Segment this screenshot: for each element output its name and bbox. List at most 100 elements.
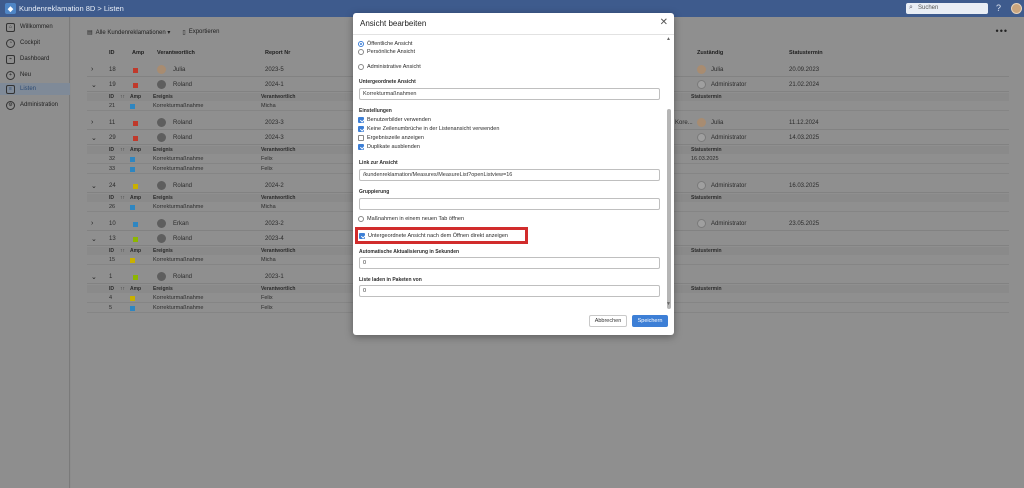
sidebar-item-willkommen[interactable]: ⌂ Willkommen <box>0 21 70 33</box>
sub-header-id[interactable]: ID <box>109 195 114 201</box>
dialog-scrollbar[interactable]: ▲ ▼ <box>666 36 671 309</box>
grouping-field[interactable] <box>359 198 660 210</box>
amp-indicator <box>133 275 138 280</box>
avatar <box>157 80 166 89</box>
sub-header-due[interactable]: Statustermin <box>691 147 722 153</box>
sub-header-due[interactable]: Statustermin <box>691 195 722 201</box>
assignee-name: Administrator <box>711 183 747 189</box>
batch-size-field[interactable]: 0 <box>359 285 660 297</box>
sub-header-responsible[interactable]: Verantwortlich <box>261 195 295 201</box>
sub-header-id[interactable]: ID <box>109 248 114 254</box>
link-field[interactable]: /kundenreklamation/Measures/MeasureList?… <box>359 169 660 181</box>
row-id: 21 <box>109 103 116 109</box>
col-header-report[interactable]: Report Nr <box>265 50 290 60</box>
list-icon: ▤ <box>87 29 93 36</box>
sub-header-responsible[interactable]: Verantwortlich <box>261 147 295 153</box>
dialog-title: Ansicht bearbeiten <box>360 19 427 28</box>
responsible-name: Micha <box>261 257 276 263</box>
scrollbar-thumb[interactable] <box>667 109 671 309</box>
sidebar-item-cockpit[interactable]: ◔ Cockpit <box>0 37 70 49</box>
radio-personal-view[interactable] <box>358 49 364 55</box>
sub-header-event[interactable]: Ereignis <box>153 248 173 254</box>
sub-header-event[interactable]: Ereignis <box>153 94 173 100</box>
checkbox-result-row[interactable] <box>358 135 364 141</box>
report-number: 2024-1 <box>265 82 284 88</box>
scroll-up-icon[interactable]: ▲ <box>666 36 671 42</box>
sub-header-responsible[interactable]: Verantwortlich <box>261 248 295 254</box>
responsible-name: Felix <box>261 156 273 162</box>
user-avatar[interactable] <box>1011 3 1022 14</box>
sub-header-id[interactable]: ID <box>109 94 114 100</box>
chevron-right-icon[interactable]: › <box>91 66 93 73</box>
breadcrumb[interactable]: Kundenreklamation 8D > Listen <box>19 4 124 13</box>
sub-header-amp[interactable]: Amp <box>130 94 141 100</box>
save-button[interactable]: Speichern <box>632 315 668 327</box>
sub-header-amp[interactable]: Amp <box>130 286 141 292</box>
sub-header-sort[interactable]: ↑↑ <box>120 195 125 201</box>
auto-refresh-field[interactable]: 0 <box>359 257 660 269</box>
col-header-assigned[interactable]: Zuständig <box>697 50 723 60</box>
sub-header-due[interactable]: Statustermin <box>691 248 722 254</box>
responsible-name: Roland <box>173 120 193 126</box>
radio-public-view[interactable] <box>358 41 364 47</box>
checkbox-no-line-breaks[interactable] <box>358 126 364 132</box>
sidebar-item-neu[interactable]: + Neu <box>0 69 70 81</box>
chevron-down-icon[interactable]: ⌄ <box>91 134 97 142</box>
chevron-down-icon[interactable]: ⌄ <box>91 235 97 243</box>
search-input[interactable]: ⌕ Suchen <box>906 3 988 14</box>
assignee-avatar <box>697 181 706 190</box>
export-button[interactable]: ▯ Exportieren <box>182 29 219 36</box>
cancel-button[interactable]: Abbrechen <box>589 315 627 327</box>
app-logo[interactable]: ◆ <box>5 3 16 14</box>
sub-header-event[interactable]: Ereignis <box>153 195 173 201</box>
sub-view-label: Untergeordnete Ansicht <box>359 79 416 85</box>
sub-header-responsible[interactable]: Verantwortlich <box>261 94 295 100</box>
sub-header-event[interactable]: Ereignis <box>153 286 173 292</box>
sub-view-field[interactable]: Korrekturmaßnahmen <box>359 88 660 100</box>
chevron-down-icon[interactable]: ⌄ <box>91 182 97 190</box>
view-selector[interactable]: ▤ Alle Kundenreklamationen ▾ <box>87 29 170 36</box>
row-id: 32 <box>109 156 116 162</box>
amp-indicator <box>133 184 138 189</box>
sidebar-item-label: Cockpit <box>20 40 41 46</box>
sub-header-responsible[interactable]: Verantwortlich <box>261 286 295 292</box>
radio-personal-label: Persönliche Ansicht <box>367 49 415 55</box>
radio-admin-view[interactable] <box>358 64 364 70</box>
report-number: 2024-2 <box>265 183 284 189</box>
scroll-down-icon[interactable]: ▼ <box>666 301 671 307</box>
sub-header-amp[interactable]: Amp <box>130 248 141 254</box>
checkbox-user-images[interactable] <box>358 117 364 123</box>
responsible-name: Felix <box>261 295 273 301</box>
sidebar-item-listen[interactable]: ≡ Listen <box>0 83 70 95</box>
checkbox-hide-duplicates[interactable] <box>358 144 364 150</box>
col-header-amp[interactable]: Amp <box>132 50 144 60</box>
sub-header-amp[interactable]: Amp <box>130 195 141 201</box>
col-header-responsible[interactable]: Verantwortlich <box>157 50 195 60</box>
col-header-due[interactable]: Statustermin <box>789 50 823 60</box>
sub-header-sort[interactable]: ↑↑ <box>120 94 125 100</box>
sub-header-amp[interactable]: Amp <box>130 147 141 153</box>
chevron-down-icon[interactable]: ⌄ <box>91 273 97 281</box>
sub-header-event[interactable]: Ereignis <box>153 147 173 153</box>
avatar <box>157 118 166 127</box>
sub-header-due[interactable]: Statustermin <box>691 286 722 292</box>
checkbox-open-new-tab[interactable] <box>358 216 364 222</box>
more-menu-icon[interactable]: ••• <box>996 26 1008 36</box>
chevron-right-icon[interactable]: › <box>91 220 93 227</box>
chevron-down-icon[interactable]: ⌄ <box>91 81 97 89</box>
close-icon[interactable]: ✕ <box>660 17 668 28</box>
sidebar-item-administration[interactable]: ⚙ Administration <box>0 99 70 111</box>
avatar <box>157 133 166 142</box>
sidebar-item-label: Dashboard <box>20 56 50 62</box>
sub-header-id[interactable]: ID <box>109 286 114 292</box>
sub-header-sort[interactable]: ↑↑ <box>120 248 125 254</box>
sub-header-due[interactable]: Statustermin <box>691 94 722 100</box>
chevron-right-icon[interactable]: › <box>91 119 93 126</box>
sub-header-id[interactable]: ID <box>109 147 114 153</box>
help-icon[interactable]: ? <box>996 3 1001 13</box>
sidebar-item-dashboard[interactable]: ⌁ Dashboard <box>0 53 70 65</box>
col-header-id[interactable]: ID <box>109 50 115 60</box>
sub-header-sort[interactable]: ↑↑ <box>120 147 125 153</box>
sub-header-sort[interactable]: ↑↑ <box>120 286 125 292</box>
checkbox-show-sub-view[interactable] <box>359 233 365 239</box>
